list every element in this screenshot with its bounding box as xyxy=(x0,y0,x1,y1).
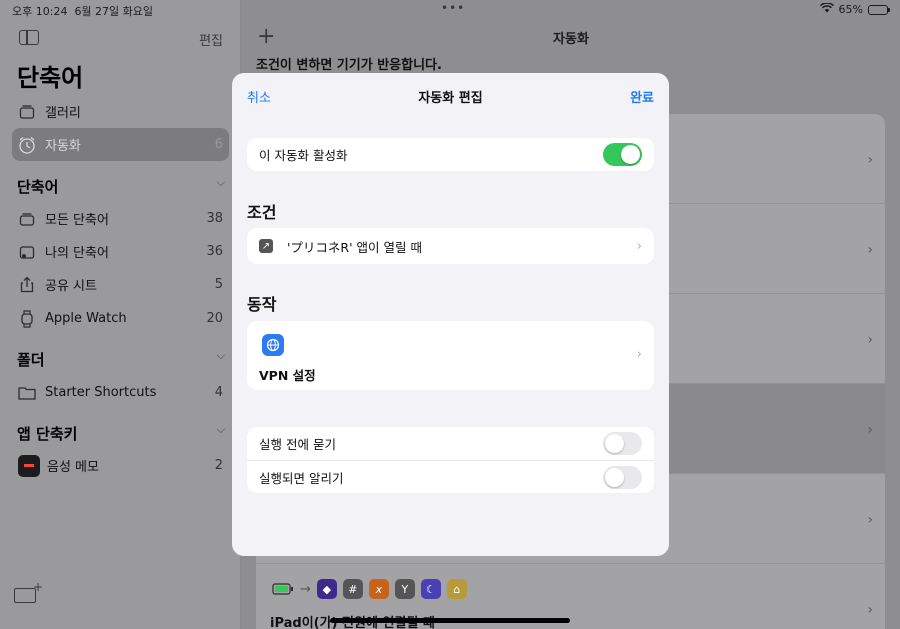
modal-title: 자동화 편집 xyxy=(418,91,483,106)
ask-before-running-toggle[interactable] xyxy=(603,432,642,455)
sidebar-title: 단축어 xyxy=(17,64,84,92)
voice-memo-icon xyxy=(18,454,40,477)
hash-icon: # xyxy=(342,579,363,599)
chevron-down-icon: ⌵ xyxy=(216,176,225,189)
main-description: 조건이 변하면 기기가 반응합니다. xyxy=(256,58,442,73)
chevron-right-icon: › xyxy=(867,332,873,348)
done-button[interactable]: 완료 xyxy=(630,87,654,106)
person-icon xyxy=(18,243,36,261)
app-open-arrow-icon: ↗ xyxy=(259,239,273,253)
notify-when-run-toggle[interactable] xyxy=(603,466,642,489)
battery-icon xyxy=(868,4,890,15)
sidebar-item-voice-memos[interactable]: 음성 메모 2 xyxy=(12,449,229,482)
vpn-action-label: VPN 설정 xyxy=(259,368,316,383)
notify-when-run-row: 실행되면 알리기 xyxy=(247,460,654,493)
section-header-app-shortcuts[interactable]: 앱 단축키 ⌵ xyxy=(17,423,229,444)
home-icon: ⌂ xyxy=(446,579,467,599)
enable-group: 이 자동화 활성화 xyxy=(247,138,654,171)
arrow-right-icon: → xyxy=(300,581,311,597)
edit-automation-modal: 취소 자동화 편집 완료 이 자동화 활성화 조건 ↗ 'プリコネR' 앱이 열… xyxy=(232,73,669,556)
branch-icon: Y xyxy=(394,579,415,599)
chevron-right-icon: › xyxy=(867,602,873,618)
action-section-title: 동작 xyxy=(247,295,277,314)
sidebar-item-gallery[interactable]: 갤러리 xyxy=(12,95,229,128)
sidebar-item-all-shortcuts[interactable]: 모든 단축어 38 xyxy=(12,202,229,235)
vpn-globe-icon xyxy=(262,334,284,356)
sidebar-edit-button[interactable]: 편집 xyxy=(199,30,223,49)
chevron-right-icon: › xyxy=(636,347,642,362)
section-header-shortcuts[interactable]: 단축어 ⌵ xyxy=(17,176,229,197)
chevron-right-icon: › xyxy=(867,242,873,258)
wifi-icon xyxy=(819,2,834,16)
shortcuts-app-icon: ◆ xyxy=(316,579,337,599)
chevron-right-icon: › xyxy=(867,422,873,438)
gallery-icon xyxy=(18,103,36,121)
automation-icons: → ◆ # x Y ☾ ⌂ xyxy=(272,579,467,599)
chevron-right-icon: › xyxy=(636,238,642,254)
sidebar-item-count: 6 xyxy=(214,137,223,152)
multitasking-dots[interactable]: ••• xyxy=(441,1,465,15)
watch-icon xyxy=(18,309,36,328)
battery-percent: 65% xyxy=(838,3,863,16)
new-folder-icon[interactable] xyxy=(14,580,43,603)
clock-icon xyxy=(18,136,36,154)
sidebar-item-starter-shortcuts[interactable]: Starter Shortcuts 4 xyxy=(12,376,229,409)
moon-icon: ☾ xyxy=(420,579,441,599)
options-group: 실행 전에 묻기 실행되면 알리기 xyxy=(247,427,654,493)
ask-before-running-row: 실행 전에 묻기 xyxy=(247,427,654,460)
shortcuts-icon xyxy=(18,210,36,228)
condition-group: ↗ 'プリコネR' 앱이 열릴 때 › xyxy=(247,228,654,264)
sidebar: 편집 단축어 갤러리 자동화 6 단축어 ⌵ 모든 단축어 38 나의 단축어 … xyxy=(0,0,241,629)
sidebar-toggle-icon[interactable] xyxy=(19,30,39,45)
status-time: 오후 10:24 6월 27일 화요일 xyxy=(12,5,154,18)
enable-automation-row: 이 자동화 활성화 xyxy=(247,138,654,171)
chevron-down-icon: ⌵ xyxy=(216,349,225,362)
variable-icon: x xyxy=(368,579,389,599)
folder-icon xyxy=(18,384,36,402)
condition-section-title: 조건 xyxy=(247,203,277,222)
section-header-folders[interactable]: 폴더 ⌵ xyxy=(17,349,229,370)
status-bar: 오후 10:24 6월 27일 화요일 ••• 65% xyxy=(0,0,900,20)
condition-row[interactable]: ↗ 'プリコネR' 앱이 열릴 때 › xyxy=(247,228,654,264)
main-title: 자동화 xyxy=(553,32,589,47)
sidebar-item-my-shortcuts[interactable]: 나의 단축어 36 xyxy=(12,235,229,268)
sidebar-item-apple-watch[interactable]: Apple Watch 20 xyxy=(12,302,229,335)
chevron-right-icon: › xyxy=(867,512,873,528)
chevron-down-icon: ⌵ xyxy=(216,423,225,436)
sidebar-item-share-sheet[interactable]: 공유 시트 5 xyxy=(12,268,229,301)
charging-battery-icon xyxy=(272,580,294,599)
chevron-right-icon: › xyxy=(867,152,873,168)
sidebar-item-automation[interactable]: 자동화 6 xyxy=(12,128,229,161)
action-row[interactable]: VPN 설정 › xyxy=(247,321,654,390)
enable-automation-toggle[interactable] xyxy=(603,143,642,166)
share-icon xyxy=(18,276,36,294)
home-indicator[interactable] xyxy=(330,618,570,623)
